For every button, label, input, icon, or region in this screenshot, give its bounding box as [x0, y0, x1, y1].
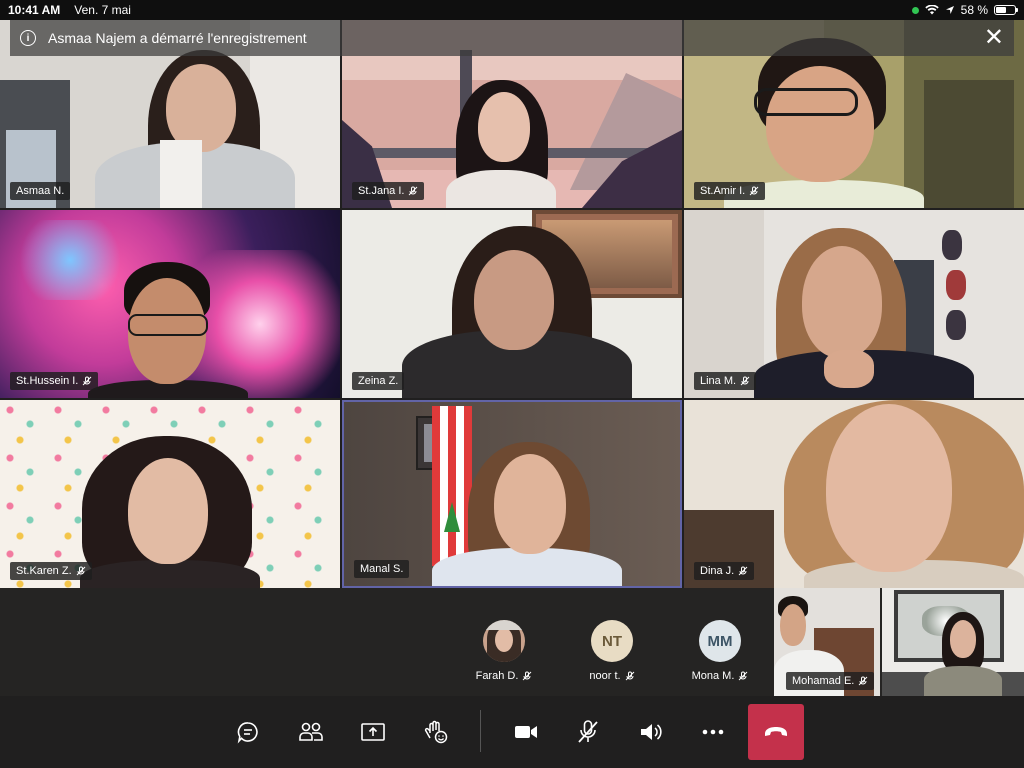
- wifi-icon: [924, 5, 939, 15]
- participant-avatar-tile[interactable]: NT noor t.: [558, 588, 666, 696]
- participant-name: Asmaa N.: [16, 185, 65, 197]
- participant-name-label: Mona M.: [692, 670, 749, 682]
- video-tile[interactable]: Lina M.: [684, 210, 1024, 398]
- video-tile[interactable]: St.Hussein I.: [0, 210, 340, 398]
- participant-name: Zeina Z.: [358, 375, 399, 387]
- participant-name-label: Farah D.: [476, 670, 533, 682]
- avatar: NT: [591, 620, 633, 662]
- participant-name: Mohamad E.: [792, 675, 855, 687]
- mic-off-icon: [738, 671, 748, 681]
- mic-off-icon: [76, 566, 86, 576]
- battery-level-fill: [996, 7, 1006, 13]
- participant-name-label: noor t.: [589, 670, 634, 682]
- participant-name: St.Karen Z.: [16, 565, 72, 577]
- video-tile[interactable]: St.Karen Z.: [0, 400, 340, 588]
- avatar: MM: [699, 620, 741, 662]
- chat-icon[interactable]: [230, 714, 266, 750]
- location-icon: [945, 6, 954, 14]
- mic-off-icon: [522, 671, 532, 681]
- participant-name: Farah D.: [475, 670, 519, 682]
- participant-name-label: Lina M.: [694, 372, 757, 390]
- share-screen-icon[interactable]: [355, 714, 391, 750]
- hang-up-button[interactable]: [748, 704, 804, 760]
- participant-name: Dina J.: [700, 565, 735, 577]
- avatar: [483, 620, 525, 662]
- speaker-icon[interactable]: [633, 714, 669, 750]
- ios-status-bar: 10:41 AM Ven. 7 mai 58 %: [0, 0, 1024, 20]
- participant-name-label: St.Amir I.: [694, 182, 766, 200]
- participant-name-label: Dina J.: [694, 562, 755, 580]
- participant-name-label: Mohamad E.: [786, 672, 875, 690]
- more-icon[interactable]: [695, 714, 731, 750]
- participant-name-label: St.Hussein I.: [10, 372, 99, 390]
- controls-divider: [480, 710, 481, 752]
- status-right: 58 %: [911, 3, 1018, 17]
- mic-off-icon: [749, 186, 759, 196]
- participant-name-label: Manal S.: [354, 560, 410, 578]
- participant-name: St.Jana I.: [358, 185, 405, 197]
- recording-banner: i Asmaa Najem a démarré l'enregistrement…: [10, 20, 1014, 56]
- participant-name-label: St.Karen Z.: [10, 562, 92, 580]
- status-date: Ven. 7 mai: [74, 3, 131, 17]
- participants-icon[interactable]: [293, 714, 329, 750]
- avatar-initials: MM: [707, 632, 733, 650]
- camera-in-use-icon: [911, 6, 919, 14]
- mic-off-icon: [82, 376, 92, 386]
- participant-avatar-tile[interactable]: Farah D.: [450, 588, 558, 696]
- video-tile[interactable]: Zeina Z.: [342, 210, 682, 398]
- participant-name: St.Amir I.: [700, 185, 746, 197]
- meeting-controls-bar: [0, 696, 1024, 768]
- recording-banner-text: Asmaa Najem a démarré l'enregistrement: [48, 30, 307, 46]
- participant-name: noor t.: [589, 670, 621, 682]
- status-time: 10:41 AM: [8, 3, 61, 17]
- close-icon[interactable]: ✕: [984, 26, 1004, 50]
- avatar-initials: NT: [602, 632, 622, 650]
- mic-off-icon: [738, 566, 748, 576]
- raise-hand-icon[interactable]: [418, 714, 454, 750]
- mic-off-icon: [408, 186, 418, 196]
- video-tile[interactable]: Dina J.: [684, 400, 1024, 588]
- teams-meeting-screen: 10:41 AM Ven. 7 mai 58 % i Asmaa Najem a…: [0, 0, 1024, 768]
- participant-name: Manal S.: [360, 563, 404, 575]
- video-tile-active-speaker[interactable]: Manal S.: [342, 400, 682, 588]
- mic-off-icon: [625, 671, 635, 681]
- camera-icon[interactable]: [508, 714, 544, 750]
- mic-off-icon: [740, 376, 750, 386]
- mic-off-icon[interactable]: [570, 714, 606, 750]
- participant-name-label: Zeina Z.: [352, 372, 405, 390]
- participant-strip: Farah D. NT noor t. MM Mona M. Mohamad E…: [0, 588, 1024, 696]
- video-tile-small[interactable]: Mohamad E.: [774, 588, 880, 696]
- participant-name-label: Asmaa N.: [10, 182, 71, 200]
- battery-percent: 58 %: [960, 3, 988, 17]
- info-icon: i: [20, 30, 36, 46]
- participant-name: Mona M.: [691, 670, 735, 682]
- hang-up-icon: [765, 727, 787, 736]
- battery-icon: [994, 5, 1018, 15]
- participant-avatar-tile[interactable]: MM Mona M.: [666, 588, 774, 696]
- participant-name: Lina M.: [700, 375, 737, 387]
- mic-off-icon: [858, 676, 868, 686]
- participant-name: St.Hussein I.: [16, 375, 79, 387]
- participant-name-label: St.Jana I.: [352, 182, 425, 200]
- video-tile-small[interactable]: [882, 588, 1024, 696]
